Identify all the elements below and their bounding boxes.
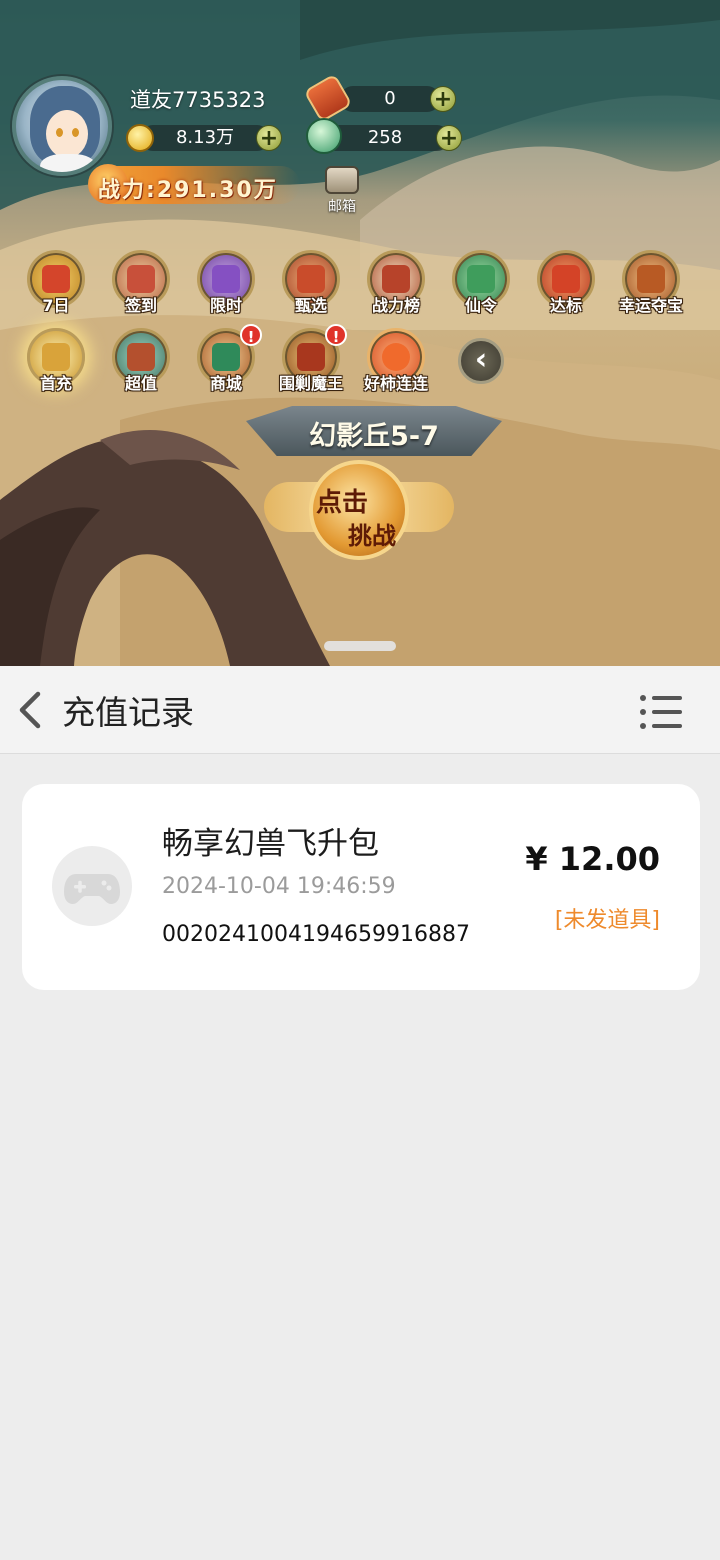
coin-count: 8.13万 [140,125,270,151]
page-title: 充值记录 [62,693,194,732]
alert-badge: ! [240,324,262,346]
activity-demon-king[interactable]: ! 围剿魔王 [273,324,349,398]
activity-reach[interactable]: 达标 [528,250,604,320]
player-name: 道友7735323 [130,88,266,112]
game-scene: 道友7735323 0 + 8.13万 + 258 + 战力:291.30万 邮… [0,0,720,666]
panel-header: 充值记录 [0,666,720,754]
collapse-arrow-button[interactable]: ‹ [458,338,504,384]
activity-super-value[interactable]: 超值 [103,328,179,398]
mail-icon [325,166,359,194]
menu-button[interactable] [636,692,686,732]
order-price: ¥ 12.00 [525,840,660,878]
order-time: 2024-10-04 19:46:59 [162,874,396,899]
activity-lucky-treasure[interactable]: 幸运夺宝 [613,250,689,320]
ticket-count: 0 [340,86,440,112]
activity-7day[interactable]: 7日 [18,250,94,320]
product-name: 畅享幻兽飞升包 [162,826,379,862]
recharge-record-card[interactable]: 畅享幻兽飞升包 2024-10-04 19:46:59 002024100419… [22,784,700,990]
combat-power: 战力:291.30万 [98,178,278,203]
alert-badge: ! [325,324,347,346]
activity-shop[interactable]: ! 商城 [188,324,264,398]
back-icon [19,691,41,729]
sheet-drag-handle[interactable] [324,641,396,651]
activity-power-rank[interactable]: 战力榜 [358,250,434,320]
menu-list-icon [640,695,682,729]
order-status: [未发道具] [554,908,660,933]
stage-banner: 幻影丘5-7 [246,406,502,456]
jade-icon [306,118,342,154]
activity-select[interactable]: 甄选 [273,250,349,320]
player-avatar[interactable] [12,76,112,176]
activity-xianling[interactable]: 仙令 [443,250,519,320]
stage-name: 幻影丘5-7 [309,421,439,452]
product-icon [52,846,132,926]
coin-icon [126,124,154,152]
activity-persimmon[interactable]: 好柿连连 [358,328,434,398]
back-button[interactable] [14,688,54,732]
order-number: 0020241004194659916887 [162,922,470,947]
add-ticket-button[interactable]: + [430,86,456,112]
challenge-button[interactable]: 点击 挑战 [264,458,454,566]
mail-button[interactable]: 邮箱 [322,166,362,215]
gamepad-icon [64,874,120,904]
add-coin-button[interactable]: + [256,125,282,151]
add-jade-button[interactable]: + [436,125,462,151]
activity-limited[interactable]: 限时 [188,250,264,320]
activity-signin[interactable]: 签到 [103,250,179,320]
activity-first-recharge[interactable]: 首充 [18,328,94,398]
